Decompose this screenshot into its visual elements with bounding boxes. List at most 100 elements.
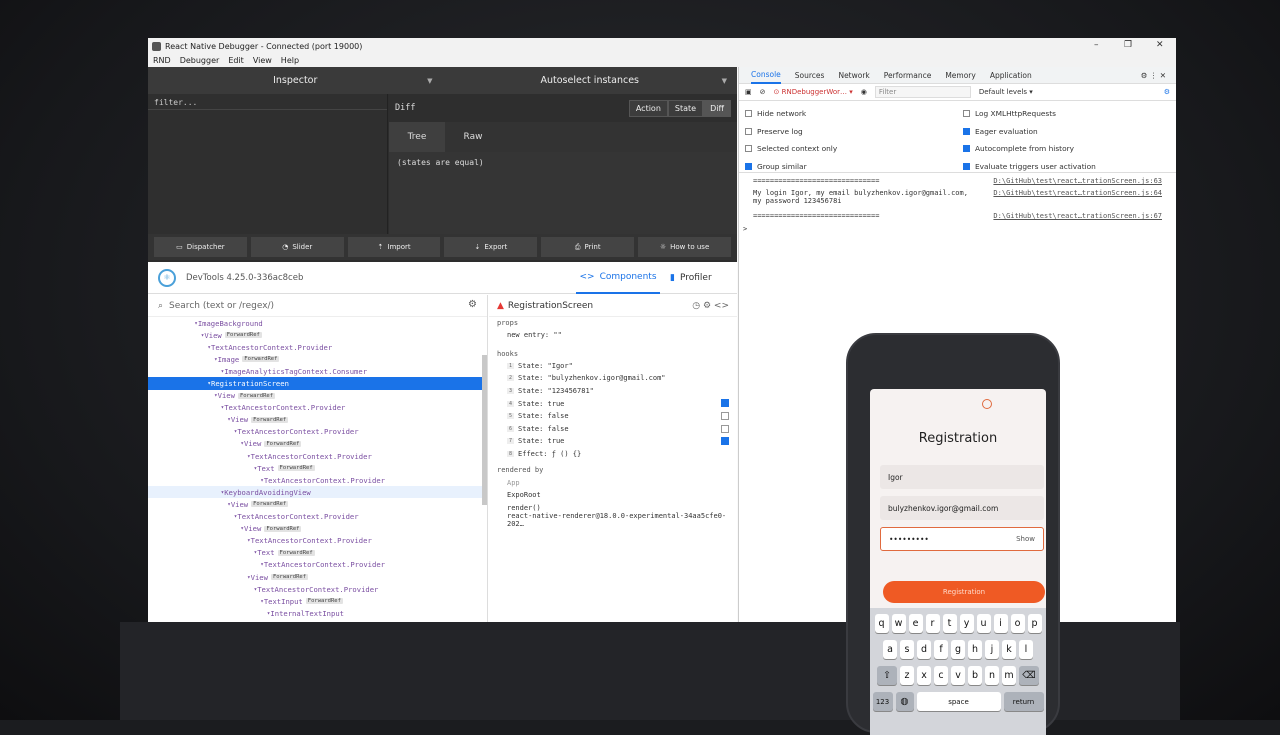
tree-node[interactable]: ▾ TextAncestorContext.Provider — [148, 341, 487, 353]
space-key[interactable]: space — [916, 692, 1001, 711]
key-q[interactable]: q — [874, 614, 889, 633]
action-button[interactable]: Action — [628, 100, 668, 117]
hook-entry[interactable]: 6 State: false — [489, 423, 737, 436]
hook-entry[interactable]: 3 State: "123456781" — [489, 385, 737, 398]
tab-profiler[interactable]: ▮ Profiler — [670, 262, 712, 294]
hook-entry[interactable]: 1 State: "Igor" — [489, 360, 737, 373]
console-option[interactable]: Preserve log — [745, 127, 803, 136]
show-password-button[interactable]: Show — [1016, 535, 1035, 543]
numbers-key[interactable]: 123 — [872, 692, 893, 711]
tree-scrollbar[interactable] — [482, 355, 487, 505]
print-button[interactable]: ⎙ Print — [541, 237, 635, 257]
minimize-button[interactable]: – — [1094, 40, 1099, 50]
rendered-by-item[interactable]: ExpoRoot — [489, 489, 737, 502]
tree-node[interactable]: ▾ TextAncestorContext.Provider — [148, 535, 487, 547]
tree-node[interactable]: ▾ InternalTextInput — [148, 607, 487, 619]
state-button[interactable]: State — [667, 100, 704, 117]
log-levels-select[interactable]: Default levels ▾ — [979, 88, 1033, 96]
component-search[interactable]: ⌕ Search (text or /regex/) ⚙ — [148, 295, 487, 317]
context-select[interactable]: ⊙ RNDebuggerWor… ▾ — [774, 88, 853, 96]
tab-performance[interactable]: Performance — [884, 71, 932, 80]
sidebar-toggle-icon[interactable]: ▣ — [745, 88, 752, 96]
tree-node[interactable]: ▾ View ForwardRef — [148, 498, 487, 510]
tree-node[interactable]: ▾ TextInput ForwardRef — [148, 595, 487, 607]
password-field[interactable]: ••••••••• Show — [880, 527, 1044, 551]
console-option[interactable]: Evaluate triggers user activation — [963, 162, 1096, 171]
console-option[interactable]: Selected context only — [745, 144, 837, 153]
tree-node[interactable]: ▾ View ForwardRef — [148, 571, 487, 583]
checkbox[interactable] — [963, 110, 970, 117]
key-t[interactable]: t — [942, 614, 957, 633]
tree-node[interactable]: ▾ Image ForwardRef — [148, 353, 487, 365]
key-g[interactable]: g — [951, 640, 965, 659]
console-option[interactable]: Autocomplete from history — [963, 144, 1074, 153]
checkbox[interactable] — [963, 127, 970, 135]
log-source-link[interactable]: D:\GitHub\test\react…trationScreen.js:63 — [993, 177, 1162, 185]
tree-node[interactable]: ▾ View ForwardRef — [148, 329, 487, 341]
log-source-link[interactable]: D:\GitHub\test\react…trationScreen.js:64 — [993, 189, 1162, 197]
settings-icon[interactable]: ⚙ ⋮ ✕ — [1141, 71, 1166, 80]
tree-node[interactable]: ▾ TextAncestorContext.Provider — [148, 583, 487, 595]
checkbox[interactable] — [963, 145, 970, 152]
return-key[interactable]: return — [1003, 692, 1044, 711]
tree-node[interactable]: ▾ View ForwardRef — [148, 390, 487, 402]
console-option[interactable]: Log XMLHttpRequests — [963, 109, 1056, 118]
hook-entry[interactable]: 2 State: "bulyzhenkov.igor@gmail.com" — [489, 372, 737, 385]
key-x[interactable]: x — [917, 666, 931, 685]
tree-node[interactable]: ▾ Text ForwardRef — [148, 547, 487, 559]
tab-network[interactable]: Network — [838, 71, 869, 80]
tab-sources[interactable]: Sources — [795, 71, 825, 80]
key-i[interactable]: i — [993, 614, 1008, 633]
key-l[interactable]: l — [1019, 640, 1033, 659]
tree-node[interactable]: ▾ View ForwardRef — [148, 523, 487, 535]
tree-node[interactable]: ▾ RegistrationScreen — [148, 377, 487, 390]
tree-node[interactable]: ▾ View ForwardRef — [148, 414, 487, 426]
key-o[interactable]: o — [1010, 614, 1025, 633]
tab-memory[interactable]: Memory — [945, 71, 976, 80]
checkbox[interactable] — [963, 162, 970, 170]
menu-edit[interactable]: Edit — [228, 56, 244, 65]
key-n[interactable]: n — [985, 666, 999, 685]
key-s[interactable]: s — [900, 640, 914, 659]
login-field[interactable]: Igor — [880, 465, 1044, 489]
key-c[interactable]: c — [934, 666, 948, 685]
console-filter-input[interactable]: Filter — [874, 86, 971, 98]
key-m[interactable]: m — [1002, 666, 1016, 685]
tree-node[interactable]: ▾ Text ForwardRef — [148, 462, 487, 474]
shift-key[interactable]: ⇧ — [877, 666, 897, 685]
checkbox[interactable] — [745, 145, 752, 152]
inspector-select[interactable]: Inspector ▼ — [148, 67, 443, 94]
prop-entry[interactable]: new entry: "" — [489, 329, 737, 342]
key-w[interactable]: w — [891, 614, 906, 633]
menu-rnd[interactable]: RND — [153, 56, 171, 65]
key-y[interactable]: y — [959, 614, 974, 633]
key-v[interactable]: v — [951, 666, 965, 685]
backspace-key[interactable]: ⌫ — [1019, 666, 1039, 685]
console-settings-icon[interactable]: ⚙ — [1164, 88, 1170, 96]
slider-button[interactable]: ◔ Slider — [250, 237, 344, 257]
autoselect-select[interactable]: Autoselect instances ▼ — [443, 67, 738, 94]
key-r[interactable]: r — [925, 614, 940, 633]
rendered-by-item[interactable]: App — [489, 476, 737, 489]
how-to-use-button[interactable]: ☼ How to use — [638, 237, 731, 257]
hook-entry[interactable]: 7 State: true — [489, 435, 737, 448]
close-button[interactable]: ✕ — [1156, 40, 1164, 50]
tab-components[interactable]: <> Components — [576, 262, 660, 294]
export-button[interactable]: ⇣ Export — [444, 237, 538, 257]
menu-help[interactable]: Help — [281, 56, 299, 65]
key-b[interactable]: b — [968, 666, 982, 685]
tree-node[interactable]: ▾ ImageAnalyticsTagContext.Consumer — [148, 365, 487, 377]
eye-icon[interactable]: ◉ — [861, 88, 867, 96]
tree-node[interactable]: ▾ TextAncestorContext.Provider — [148, 450, 487, 462]
hook-entry[interactable]: 4 State: true — [489, 397, 737, 410]
tab-console[interactable]: Console — [751, 67, 781, 84]
hook-entry[interactable]: 5 State: false — [489, 410, 737, 423]
tree-node[interactable]: ▾ KeyboardAvoidingView — [148, 486, 487, 499]
timer-icon[interactable]: ◷ ⚙ <> — [692, 301, 729, 311]
checkbox[interactable] — [745, 127, 752, 135]
tab-raw[interactable]: Raw — [445, 122, 501, 152]
email-field[interactable]: bulyzhenkov.igor@gmail.com — [880, 496, 1044, 520]
globe-icon[interactable]: ◍ — [895, 692, 914, 711]
key-p[interactable]: p — [1027, 614, 1042, 633]
hook-checkbox[interactable] — [721, 411, 729, 420]
